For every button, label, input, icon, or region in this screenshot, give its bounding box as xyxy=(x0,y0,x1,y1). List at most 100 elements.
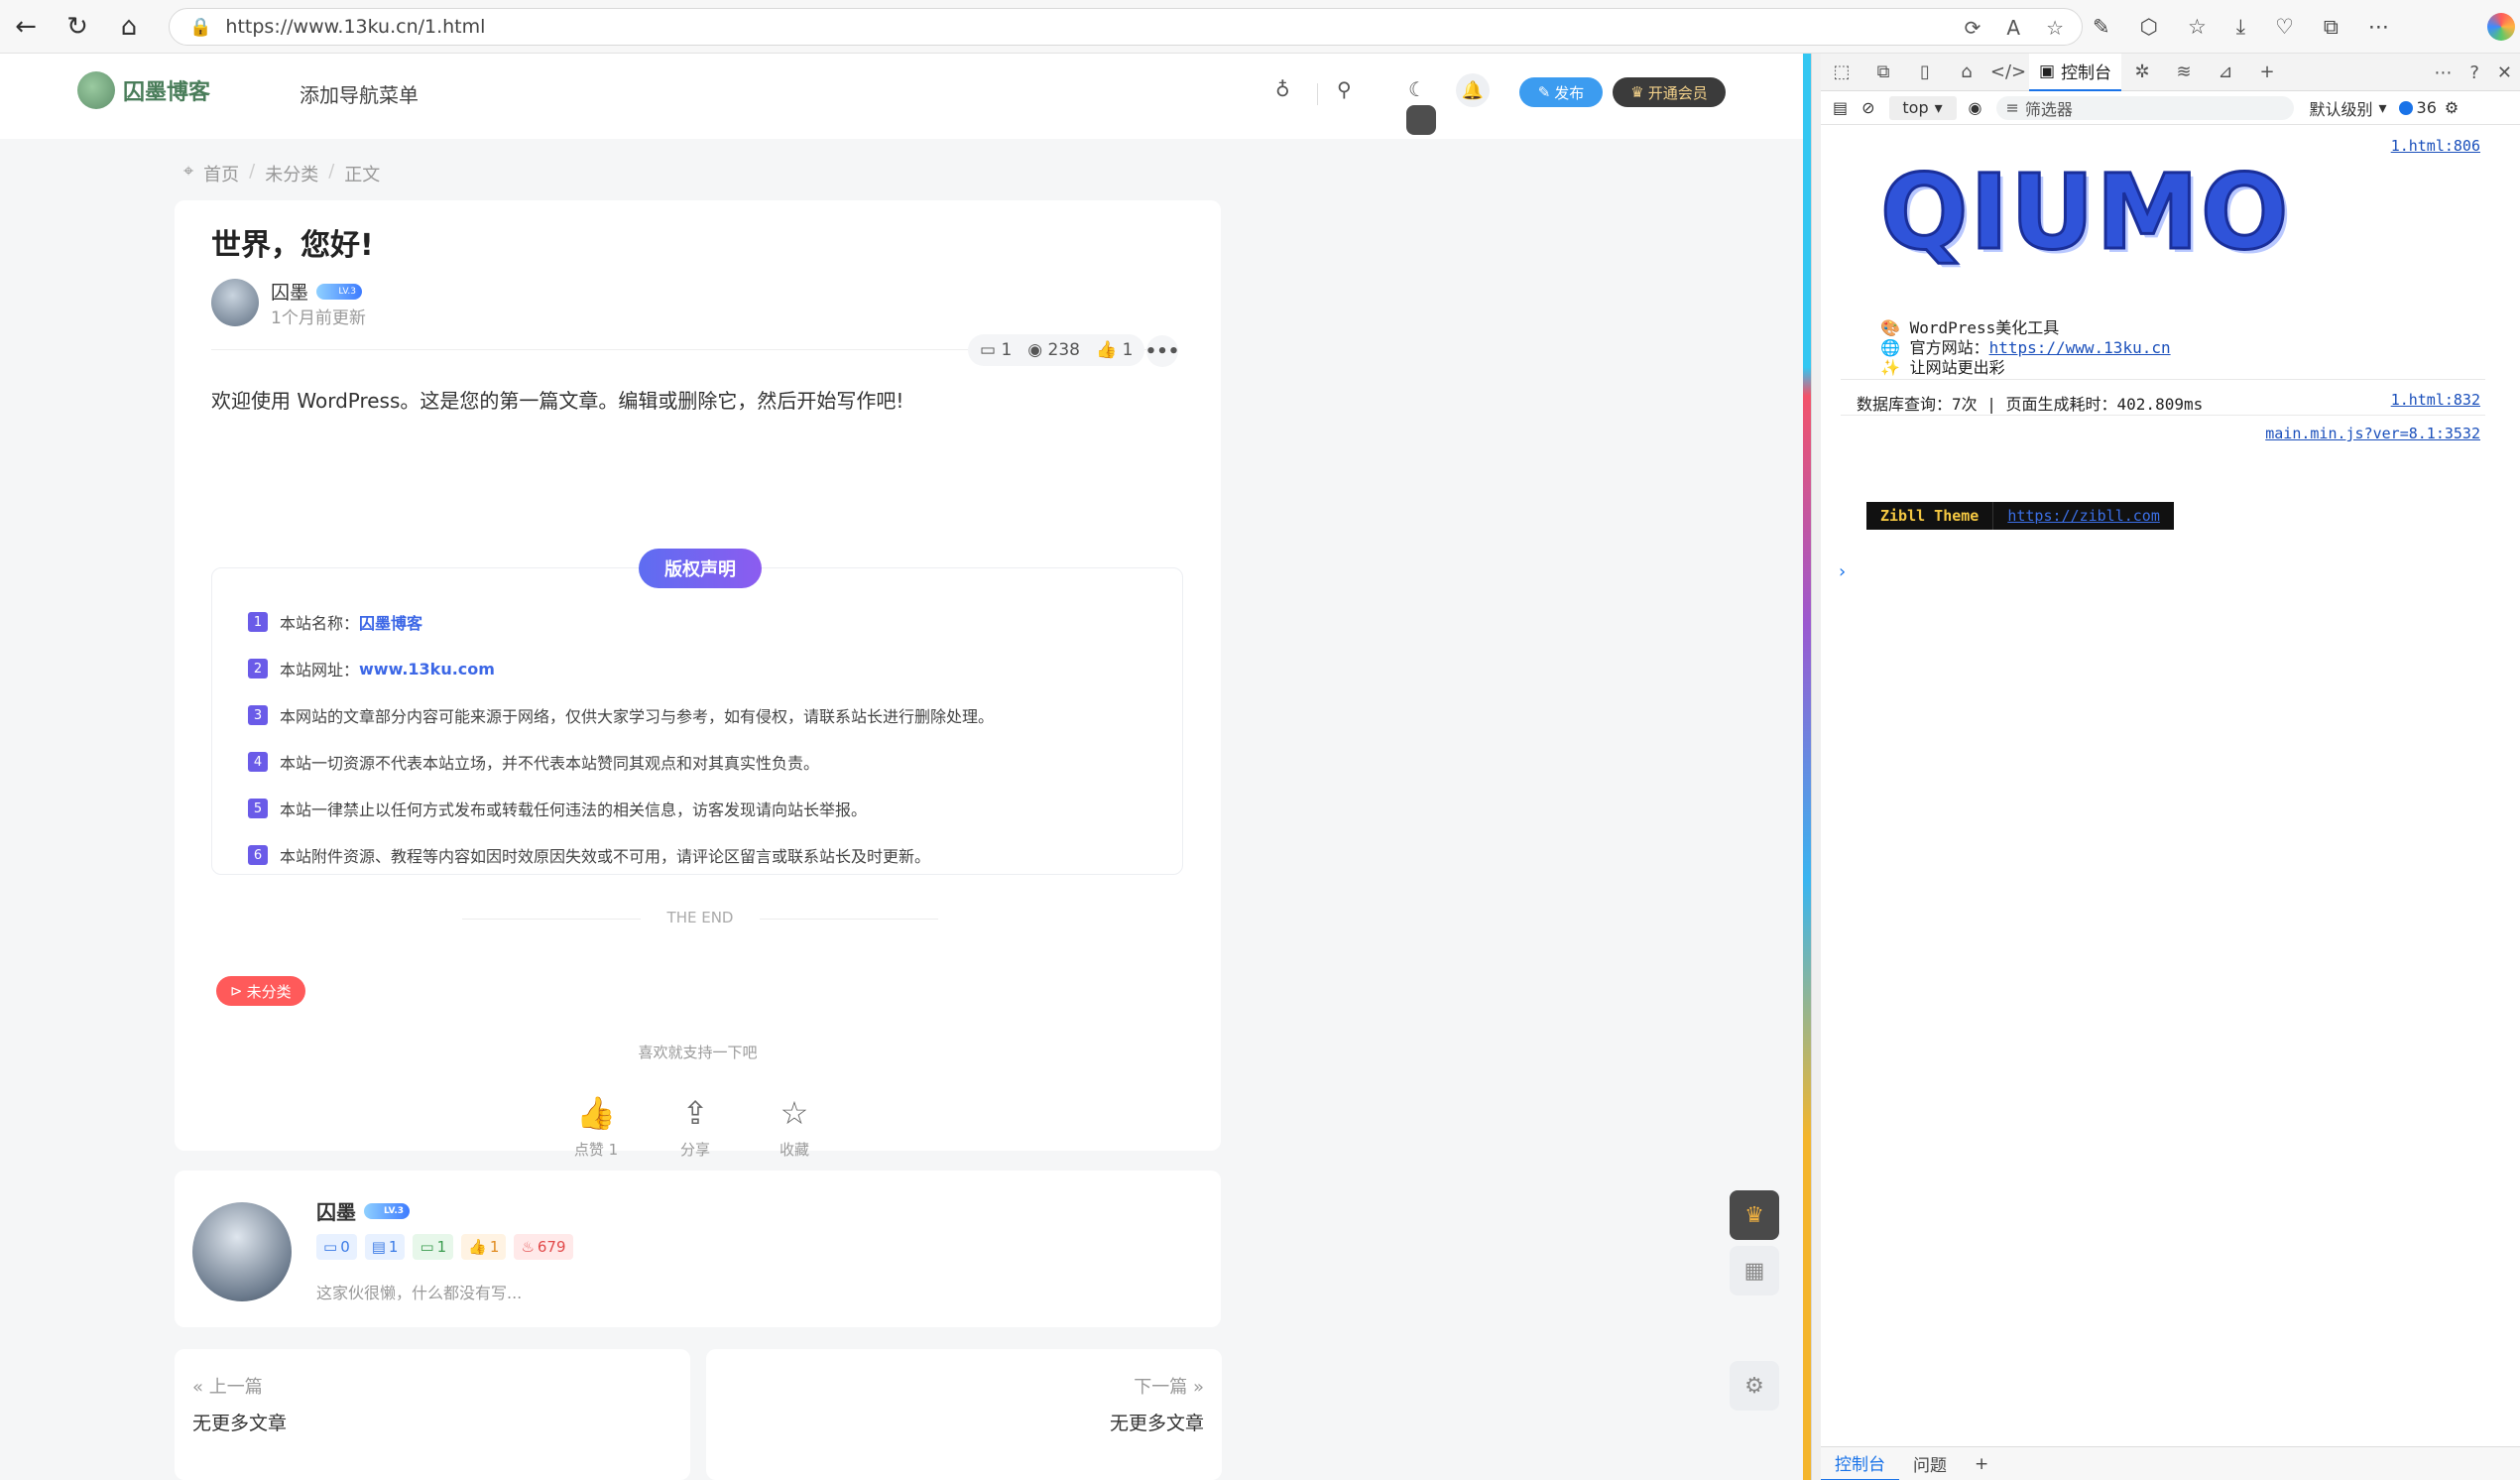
bell-icon[interactable]: 🔔 xyxy=(1456,73,1490,107)
address-bar[interactable]: 🔒 https://www.13ku.cn/1.html ⟳ A ☆ xyxy=(169,8,2083,46)
share-button[interactable]: ⇪ 分享 xyxy=(660,1093,730,1160)
item-number: 6 xyxy=(248,845,268,865)
breadcrumb-category[interactable]: 未分类 xyxy=(265,161,318,186)
level-badge: LV.3 xyxy=(316,284,362,300)
refresh-icon[interactable]: ↻ xyxy=(52,0,103,54)
close-icon[interactable]: ✕ xyxy=(2497,62,2512,83)
site-url-link[interactable]: www.13ku.com xyxy=(359,660,495,678)
more-options-button[interactable]: ••• xyxy=(1146,335,1178,367)
downloads-icon[interactable]: ⤓ xyxy=(2236,15,2245,40)
log-levels-select[interactable]: 默认级别 ▾ xyxy=(2310,96,2387,120)
stat-posts[interactable]: ▤1 xyxy=(365,1234,406,1260)
source-link[interactable]: main.min.js?ver=8.1:3532 xyxy=(2265,425,2480,442)
message-count[interactable]: 36 xyxy=(2399,98,2437,117)
qr-code-button[interactable]: ▦ xyxy=(1730,1246,1779,1295)
filter-input[interactable]: ≡ 筛选器 xyxy=(1996,96,2294,120)
favorites-icon[interactable]: ☆ xyxy=(2188,15,2207,39)
lock-icon[interactable]: 🔒 xyxy=(189,17,211,38)
performance-tab-icon[interactable]: ⊿ xyxy=(2205,62,2246,82)
author-name-text[interactable]: 囚墨 xyxy=(271,278,308,305)
tracking-icon[interactable]: ⟳ xyxy=(1965,16,1981,40)
thumbs-up-icon: 👍 xyxy=(561,1093,631,1133)
nav-menu-item[interactable]: 添加导航菜单 xyxy=(300,79,419,108)
gear-icon[interactable]: ⚙ xyxy=(2445,98,2459,117)
url-text[interactable]: https://www.13ku.cn/1.html xyxy=(225,16,485,38)
collections-icon[interactable]: ⧉ xyxy=(2324,15,2339,40)
sparkle-icon: ✨ xyxy=(1880,358,1900,377)
add-tab-icon[interactable]: + xyxy=(2246,62,2288,82)
context-select[interactable]: top ▾ xyxy=(1889,96,1957,120)
author-card-name-text[interactable]: 囚墨 xyxy=(316,1196,356,1225)
copilot-icon[interactable] xyxy=(2487,13,2515,41)
publish-button[interactable]: ✎ 发布 xyxy=(1519,77,1603,107)
category-tag[interactable]: ⊳ 未分类 xyxy=(216,976,305,1006)
back-icon[interactable]: ← xyxy=(0,0,52,54)
share-icon: ⇪ xyxy=(660,1093,730,1133)
source-link[interactable]: 1.html:832 xyxy=(2391,391,2480,409)
zibll-link[interactable]: https://zibll.com xyxy=(1992,502,2174,530)
tab-console[interactable]: ▣ 控制台 xyxy=(2029,54,2121,91)
breadcrumb-home[interactable]: 首页 xyxy=(203,161,239,186)
context-value: top xyxy=(1902,98,1928,117)
author-avatar-large[interactable] xyxy=(192,1202,292,1301)
author-name[interactable]: 囚墨 LV.3 xyxy=(271,278,362,305)
home-icon[interactable]: ⌂ xyxy=(103,0,155,54)
like-count[interactable]: 👍 1 xyxy=(1096,340,1133,360)
settings-float-button[interactable]: ⚙ xyxy=(1730,1361,1779,1411)
next-title[interactable]: 无更多文章 xyxy=(1110,1409,1204,1435)
inspect-icon[interactable]: ⬚ xyxy=(1821,62,1862,82)
author-card-name[interactable]: 囚墨 LV.3 xyxy=(316,1196,410,1225)
fire-icon: ♨ xyxy=(521,1238,534,1256)
console-tab-label: 控制台 xyxy=(2061,59,2111,83)
source-link[interactable]: 1.html:806 xyxy=(2391,137,2480,155)
prev-post-card[interactable]: « 上一篇 无更多文章 xyxy=(175,1349,690,1480)
extensions-icon[interactable]: ⬡ xyxy=(2140,15,2158,39)
search-icon[interactable]: ⚲ xyxy=(1337,77,1352,101)
more-tools-icon[interactable]: ⋯ xyxy=(2434,62,2452,83)
favorite-button[interactable]: ☆ 收藏 xyxy=(760,1093,829,1160)
comment-count[interactable]: ▭ 1 xyxy=(980,340,1012,360)
elements-tab-icon[interactable]: </> xyxy=(1987,62,2029,82)
site-name-link[interactable]: 囚墨博客 xyxy=(359,610,422,634)
devtools-resize-handle[interactable] xyxy=(1811,54,1821,1480)
star-icon: ☆ xyxy=(760,1093,829,1133)
sidebar-toggle-icon[interactable]: ▯ xyxy=(1904,62,1946,82)
stat-likes[interactable]: 👍1 xyxy=(461,1234,506,1260)
official-site-link[interactable]: https://www.13ku.cn xyxy=(1989,338,2171,357)
browser-essentials-icon[interactable]: ♡ xyxy=(2275,15,2294,39)
drawer-tab-issues[interactable]: 问题 xyxy=(1899,1447,1961,1480)
next-post-card[interactable]: 下一篇 » 无更多文章 xyxy=(706,1349,1222,1480)
like-button[interactable]: 👍 点赞 1 xyxy=(561,1093,631,1160)
stat-heat[interactable]: ♨679 xyxy=(514,1234,572,1260)
moon-icon[interactable]: ☾ xyxy=(1408,77,1426,101)
eye-icon[interactable]: ◉ xyxy=(1969,98,1982,117)
favorite-icon[interactable]: ☆ xyxy=(2046,16,2064,40)
page-scrollbar[interactable] xyxy=(1803,54,1811,1480)
help-icon[interactable]: ? xyxy=(2469,62,2479,83)
sidebar-icon[interactable]: ▤ xyxy=(1833,98,1848,117)
read-aloud-icon[interactable]: A xyxy=(2006,16,2020,40)
stat-comments[interactable]: ▭0 xyxy=(316,1234,357,1260)
network-tab-icon[interactable]: ≋ xyxy=(2163,62,2205,82)
site-logo[interactable]: 囚墨博客 xyxy=(77,71,210,109)
vip-float-button[interactable]: ♛ xyxy=(1730,1190,1779,1240)
vip-label: 开通会员 xyxy=(1648,82,1708,103)
console-prompt[interactable]: › xyxy=(1837,561,1848,582)
vip-button[interactable]: ♛ 开通会员 xyxy=(1613,77,1726,107)
view-count-text: 238 xyxy=(1048,340,1080,360)
settings-more-icon[interactable]: ⋯ xyxy=(2368,15,2389,39)
drawer-tab-console[interactable]: 控制台 xyxy=(1821,1447,1899,1480)
lightbulb-icon[interactable]: ♁ xyxy=(1275,77,1290,101)
extension-icon[interactable]: ✎ xyxy=(2093,15,2110,39)
drawer-add-tab-icon[interactable]: + xyxy=(1961,1447,2002,1480)
author-avatar[interactable] xyxy=(211,279,259,326)
stat-replies[interactable]: ▭1 xyxy=(413,1234,453,1260)
prev-title[interactable]: 无更多文章 xyxy=(192,1409,287,1435)
logo-text: 囚墨博客 xyxy=(123,74,210,106)
document-icon: ▤ xyxy=(372,1238,386,1256)
clear-console-icon[interactable]: ⊘ xyxy=(1861,98,1874,117)
welcome-tab-icon[interactable]: ⌂ xyxy=(1946,62,1987,82)
device-emulation-icon[interactable]: ⧉ xyxy=(1862,62,1904,82)
debugger-tab-icon[interactable]: ✲ xyxy=(2121,62,2163,82)
item-text: 本站名称： xyxy=(280,610,359,634)
